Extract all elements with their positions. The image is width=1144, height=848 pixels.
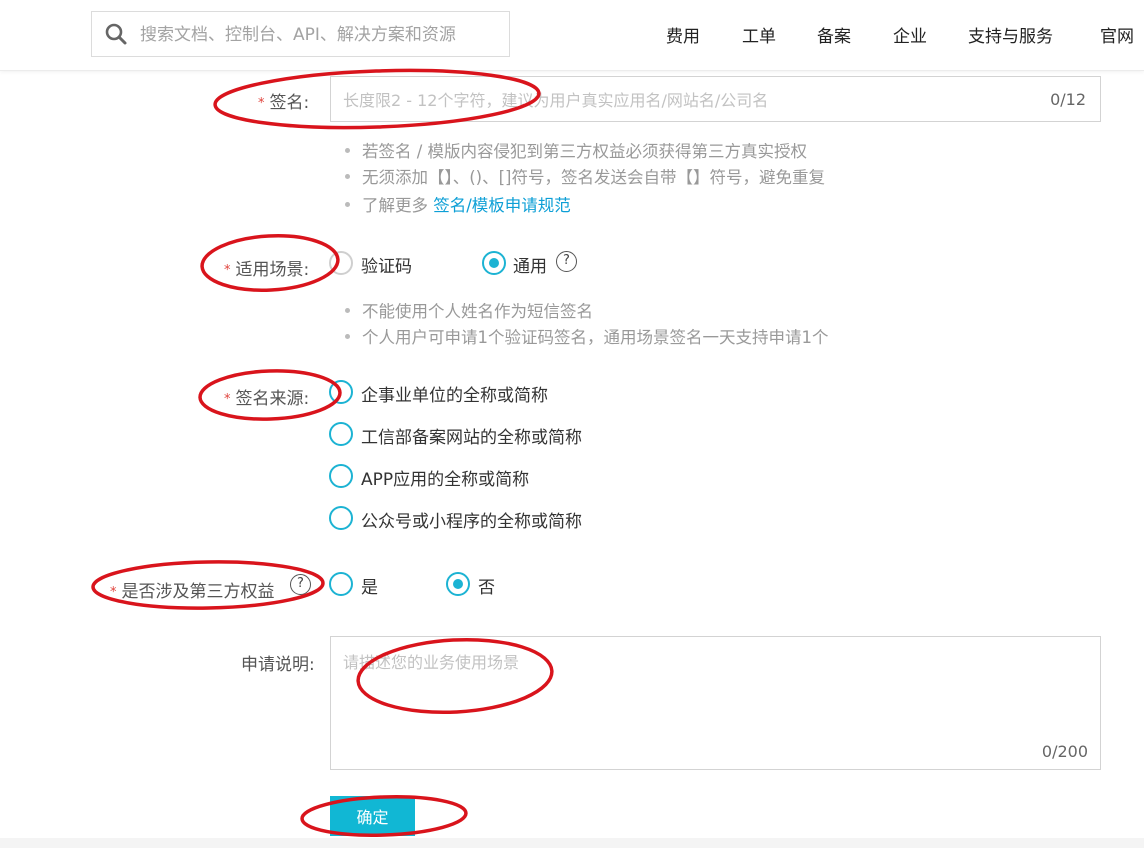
third-party-option-no[interactable]: 否 xyxy=(478,573,495,598)
signature-hint-3: 了解更多 签名/模板申请规范 xyxy=(345,192,571,216)
required-mark: * xyxy=(258,96,265,111)
source-radio-official-account[interactable] xyxy=(329,506,353,530)
spec-link[interactable]: 签名/模板申请规范 xyxy=(433,196,571,215)
nav-item-tickets[interactable]: 工单 xyxy=(742,22,776,47)
source-radio-enterprise[interactable] xyxy=(329,380,353,404)
scenario-label: * 适用场景: xyxy=(224,260,310,280)
submit-button[interactable]: 确定 xyxy=(330,796,415,836)
search-input[interactable] xyxy=(140,20,500,50)
top-navigation-bar: 费用 工单 备案 企业 支持与服务 官网 xyxy=(0,0,1144,71)
scenario-hint-2: 个人用户可申请1个验证码签名，通用场景签名一天支持申请1个 xyxy=(345,324,829,348)
nav-item-filing[interactable]: 备案 xyxy=(817,22,851,47)
help-icon[interactable]: ? xyxy=(556,251,577,272)
signature-hint-2: 无须添加【】、()、[]符号，签名发送会自带【】符号，避免重复 xyxy=(345,164,825,188)
third-party-radio-yes[interactable] xyxy=(329,572,353,596)
footer-strip xyxy=(0,838,1144,848)
source-radio-app[interactable] xyxy=(329,464,353,488)
source-option-app[interactable]: APP应用的全称或简称 xyxy=(361,465,529,490)
scenario-option-verification[interactable]: 验证码 xyxy=(361,252,412,277)
source-option-icp-website[interactable]: 工信部备案网站的全称或简称 xyxy=(361,423,582,448)
third-party-radio-no[interactable] xyxy=(446,572,470,596)
description-textarea[interactable] xyxy=(343,649,1023,739)
description-field[interactable]: 0/200 xyxy=(330,636,1101,770)
search-icon xyxy=(105,23,127,45)
description-label: 申请说明: xyxy=(241,655,315,675)
signature-hint-1: 若签名 / 模版内容侵犯到第三方权益必须获得第三方真实授权 xyxy=(345,138,807,162)
scenario-option-general[interactable]: 通用 xyxy=(513,252,547,277)
third-party-label: * 是否涉及第三方权益 xyxy=(110,582,275,602)
search-box[interactable] xyxy=(91,11,510,57)
scenario-hint-1: 不能使用个人姓名作为短信签名 xyxy=(345,298,593,322)
third-party-option-yes[interactable]: 是 xyxy=(361,573,378,598)
signature-label: * 签名: xyxy=(258,93,310,113)
nav-item-fees[interactable]: 费用 xyxy=(666,22,700,47)
scenario-radio-verification[interactable] xyxy=(329,251,353,275)
signature-input[interactable] xyxy=(343,87,1033,113)
source-option-enterprise[interactable]: 企事业单位的全称或简称 xyxy=(361,381,548,406)
nav-item-official-site[interactable]: 官网 xyxy=(1100,22,1134,47)
signature-field[interactable]: 0/12 xyxy=(330,76,1101,122)
scenario-radio-general[interactable] xyxy=(482,251,506,275)
third-party-help-icon[interactable]: ? xyxy=(290,574,311,595)
source-label: * 签名来源: xyxy=(224,389,310,409)
source-option-official-account[interactable]: 公众号或小程序的全称或简称 xyxy=(361,507,582,532)
signature-counter: 0/12 xyxy=(1050,90,1086,109)
nav-item-enterprise[interactable]: 企业 xyxy=(893,22,927,47)
source-radio-icp-website[interactable] xyxy=(329,422,353,446)
description-counter: 0/200 xyxy=(1041,742,1088,761)
nav-item-support[interactable]: 支持与服务 xyxy=(968,22,1053,47)
